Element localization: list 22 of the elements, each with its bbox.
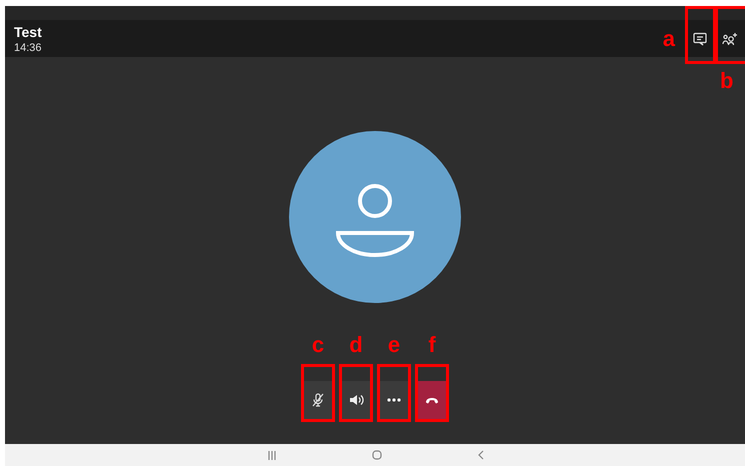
call-duration: 14:36 [14, 42, 42, 54]
speaker-icon [348, 394, 364, 406]
mute-button[interactable] [304, 381, 332, 419]
hang-up-button[interactable] [418, 381, 446, 419]
annotation-letter: d [349, 334, 363, 359]
speaker-button[interactable] [342, 381, 370, 419]
recent-apps-icon[interactable] [266, 450, 276, 460]
call-title: Test [14, 24, 42, 40]
home-icon[interactable] [372, 450, 382, 460]
hang-up-icon [425, 396, 439, 404]
mic-off-icon [312, 393, 324, 407]
more-button[interactable] [380, 381, 408, 419]
more-icon [387, 398, 401, 402]
annotation-letter: c [312, 334, 324, 359]
back-icon[interactable] [476, 450, 484, 460]
annotation-letter: e [388, 334, 400, 359]
annotation-letter: b [720, 70, 734, 92]
chat-icon [693, 32, 707, 46]
annotation-letter: a [662, 28, 675, 50]
add-people-icon [722, 32, 738, 46]
avatar-icon [289, 131, 461, 303]
annotation-letter: f [428, 334, 436, 359]
